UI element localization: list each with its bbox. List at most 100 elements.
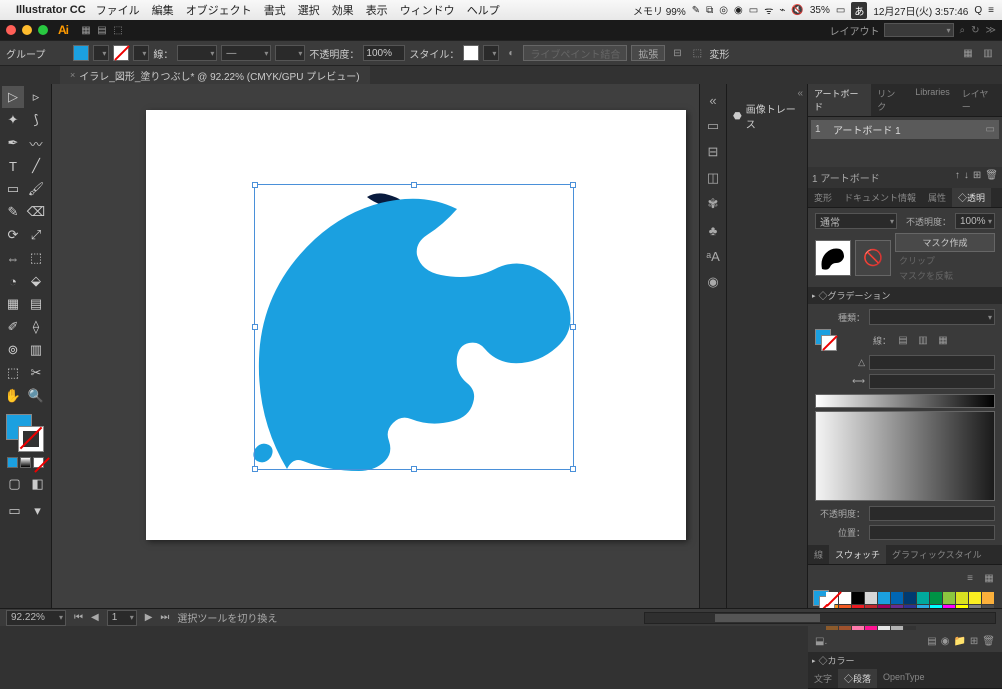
artboard-orient-icon[interactable]: ▭	[986, 124, 995, 135]
style-dropdown[interactable]	[483, 45, 499, 61]
align-panel-icon[interactable]: ⊟	[703, 142, 723, 162]
swatch-color[interactable]	[878, 592, 890, 604]
appearance-icon[interactable]: ◉	[703, 272, 723, 292]
status-creative-cloud-icon[interactable]: ◎	[719, 5, 728, 16]
horizontal-scrollbar[interactable]	[644, 612, 996, 624]
rectangle-tool[interactable]: ▭	[2, 178, 24, 200]
blend-tool[interactable]: ⟠	[25, 316, 47, 338]
grad-stroke-along-icon[interactable]: ▥	[915, 332, 931, 348]
eyedropper-tool[interactable]: ✐	[2, 316, 24, 338]
grad-stroke-within-icon[interactable]: ▤	[895, 332, 911, 348]
status-ime[interactable]: あ	[851, 2, 867, 19]
tab-opentype[interactable]: OpenType	[877, 669, 931, 688]
scrollbar-thumb[interactable]	[715, 614, 820, 622]
close-button[interactable]	[6, 25, 16, 35]
menu-edit[interactable]: 編集	[152, 2, 174, 18]
stroke-dropdown[interactable]	[133, 45, 149, 61]
handle-bl[interactable]	[252, 466, 258, 472]
eraser-tool[interactable]: ⌫	[25, 201, 47, 223]
status-dropbox-icon[interactable]: ⧉	[706, 5, 713, 16]
transform-link[interactable]: 変形	[709, 46, 729, 61]
collapse-trace-icon[interactable]: «	[731, 88, 803, 99]
rotate-tool[interactable]: ⟳	[2, 224, 24, 246]
move-down-icon[interactable]: ↓	[964, 170, 969, 185]
transp-opacity-input[interactable]: 100%	[955, 213, 995, 229]
align-icon[interactable]: ⊟	[669, 45, 685, 61]
tab-transparency[interactable]: ◇透明	[952, 188, 991, 207]
image-trace-button[interactable]: ⬣ 画像トレース	[731, 99, 803, 133]
menu-help[interactable]: ヘルプ	[467, 2, 500, 18]
screen-mode[interactable]: ▭	[4, 500, 25, 522]
grad-position-input[interactable]	[869, 525, 995, 540]
delete-artboard-icon[interactable]: 🗑	[985, 170, 998, 185]
opacity-input[interactable]	[363, 45, 405, 61]
swatch-none[interactable]	[826, 592, 838, 604]
document-tab[interactable]: × イラレ_図形_塗りつぶし* @ 92.22% (CMYK/GPU プレビュー…	[60, 66, 370, 85]
tab-attributes[interactable]: 属性	[922, 188, 952, 207]
gradient-tool[interactable]: ▤	[25, 293, 47, 315]
menu-type[interactable]: 書式	[264, 2, 286, 18]
status-notifications-icon[interactable]: ≡	[988, 5, 994, 16]
handle-tl[interactable]	[252, 182, 258, 188]
grad-stroke-swatch[interactable]	[821, 335, 837, 351]
status-volume-icon[interactable]: 🔇	[791, 5, 803, 16]
fill-swatch[interactable]	[73, 45, 89, 61]
nav-last-icon[interactable]: ⏭	[160, 612, 169, 623]
status-datetime[interactable]: 12月27日(火) 3:57:46	[873, 3, 968, 18]
glyphs-icon[interactable]: ᵃA	[703, 246, 723, 266]
swatch-color[interactable]	[930, 592, 942, 604]
tab-graphic-styles[interactable]: グラフィックスタイル	[886, 545, 988, 564]
nav-first-icon[interactable]: ⏮	[74, 612, 83, 623]
stroke-indicator[interactable]	[18, 426, 44, 452]
tab-layers[interactable]: レイヤー	[956, 84, 1002, 116]
delete-swatch-icon[interactable]: 🗑	[982, 636, 995, 647]
brush-dropdown[interactable]: —	[221, 45, 271, 61]
pathfinder-icon[interactable]: ◫	[703, 168, 723, 188]
handle-mr[interactable]	[570, 324, 576, 330]
line-tool[interactable]: ╱	[25, 155, 47, 177]
nav-prev-icon[interactable]: ◀	[91, 612, 99, 623]
graph-tool[interactable]: ▥	[25, 339, 47, 361]
tab-character[interactable]: 文字	[808, 669, 838, 688]
symbols-icon[interactable]: ♣	[703, 220, 723, 240]
status-battery[interactable]: 35%	[810, 5, 830, 16]
screen-mode-dd[interactable]: ▾	[27, 500, 48, 522]
artboard-nav-dropdown[interactable]: 1	[107, 610, 137, 626]
tab-paragraph[interactable]: ◇段落	[838, 669, 877, 688]
stroke-weight-dropdown[interactable]	[177, 45, 217, 61]
direct-selection-tool[interactable]: ▹	[25, 86, 47, 108]
opacity-label[interactable]: 不透明度：	[309, 46, 359, 61]
swatch-color[interactable]	[904, 592, 916, 604]
magic-wand-tool[interactable]: ✦	[2, 109, 24, 131]
color-header[interactable]: ▸◇カラー	[808, 652, 1002, 669]
grad-stroke-across-icon[interactable]: ▦	[935, 332, 951, 348]
transparency-thumb[interactable]	[815, 240, 851, 276]
swatch-list-icon[interactable]: ▦	[981, 570, 997, 586]
edit-icon[interactable]: ▥	[980, 45, 996, 61]
menu-window[interactable]: ウィンドウ	[400, 2, 455, 18]
grad-angle-input[interactable]	[869, 355, 995, 370]
app-menu[interactable]: Illustrator CC	[16, 4, 86, 16]
menu-file[interactable]: ファイル	[96, 2, 140, 18]
grad-opacity-input[interactable]	[869, 506, 995, 521]
paintbrush-tool[interactable]: 🖌	[25, 178, 47, 200]
make-mask-button[interactable]: マスク作成	[895, 233, 995, 252]
width-tool[interactable]: ⇔	[2, 247, 24, 269]
swatch-menu-icon[interactable]: ≡	[962, 570, 978, 586]
sync-icon[interactable]: ↻	[971, 25, 979, 36]
close-tab-icon[interactable]: ×	[70, 70, 75, 80]
status-bluetooth-icon[interactable]: ⌁	[779, 5, 785, 16]
shaper-tool[interactable]: ✎	[2, 201, 24, 223]
gradient-slider[interactable]	[815, 394, 995, 408]
pen-tool[interactable]: ✒	[2, 132, 24, 154]
mask-thumb[interactable]: 🚫	[855, 240, 891, 276]
fill-stroke-indicator[interactable]	[2, 412, 49, 454]
status-line-icon[interactable]: ◉	[734, 5, 743, 16]
gradient-mode[interactable]	[20, 457, 31, 468]
tab-docinfo[interactable]: ドキュメント情報	[838, 188, 922, 207]
slice-tool[interactable]: ✂	[25, 362, 47, 384]
status-memory[interactable]: メモリ 99%	[633, 3, 686, 18]
stroke-swatch[interactable]	[113, 45, 129, 61]
tab-transform[interactable]: 変形	[808, 188, 838, 207]
draw-normal[interactable]: ▢	[4, 473, 25, 495]
